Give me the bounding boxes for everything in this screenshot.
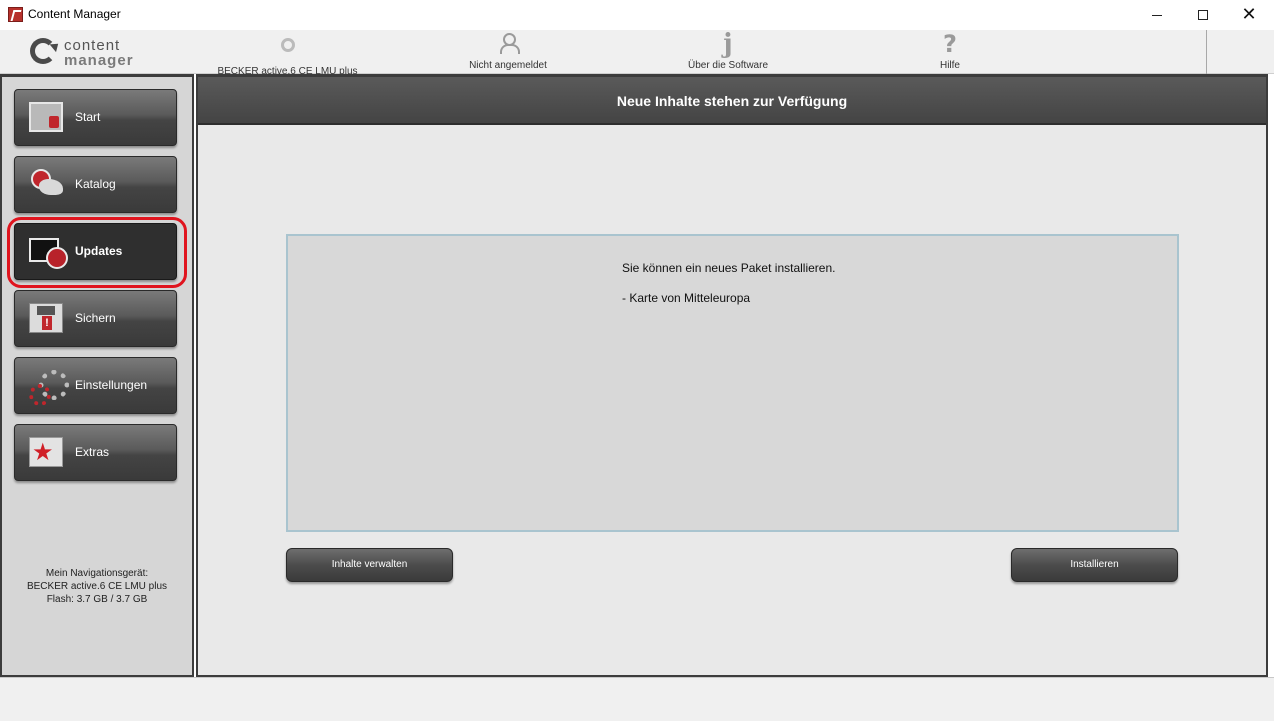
logo-text-manager: manager — [64, 52, 134, 69]
title-bar: Content Manager ✕ — [0, 0, 1274, 30]
sidebar-item-einstellungen[interactable]: Einstellungen — [14, 357, 177, 414]
install-button[interactable]: Installieren — [1011, 548, 1178, 582]
device-info-model: BECKER active.6 CE LMU plus — [26, 581, 168, 592]
info-icon: j — [723, 29, 733, 59]
sidebar: Start Katalog Updates Sichern Einstellun… — [0, 74, 194, 677]
sidebar-item-start[interactable]: Start — [14, 89, 177, 146]
maximize-icon — [1198, 10, 1208, 20]
device-status-icon — [280, 38, 295, 52]
divider — [1206, 30, 1207, 74]
sidebar-item-sichern[interactable]: Sichern — [14, 290, 177, 347]
highlight-annotation — [7, 217, 187, 288]
main-header: Neue Inhalte stehen zur Verfügung — [198, 77, 1266, 125]
window-title: Content Manager — [28, 7, 121, 21]
help-icon: ? — [943, 30, 957, 58]
sidebar-item-extras[interactable]: Extras — [14, 424, 177, 481]
minimize-icon — [1152, 14, 1162, 16]
app-icon — [8, 7, 23, 22]
manage-content-button[interactable]: Inhalte verwalten — [286, 548, 453, 582]
save-disk-icon — [29, 303, 63, 333]
close-button[interactable]: ✕ — [1226, 0, 1272, 30]
sidebar-item-label: Extras — [75, 445, 110, 459]
nav-about[interactable]: j Über die Software — [668, 29, 788, 72]
nav-help-label: Hilfe — [939, 60, 960, 71]
sidebar-item-label: Start — [75, 110, 101, 124]
logo: content manager — [28, 35, 138, 69]
package-list-item: - Karte von Mitteleuropa — [622, 291, 751, 305]
page-title: Neue Inhalte stehen zur Verfügung — [616, 93, 848, 109]
install-message: Sie können ein neues Paket installieren. — [622, 261, 836, 275]
sidebar-item-label: Sichern — [75, 311, 116, 325]
sidebar-item-label: Einstellungen — [75, 378, 148, 392]
catalog-icon — [29, 169, 63, 199]
device-info-flash: Flash: 3.7 GB / 3.7 GB — [46, 594, 148, 605]
main-panel: Neue Inhalte stehen zur Verfügung Sie kö… — [196, 74, 1268, 677]
user-icon — [497, 32, 520, 54]
logo-icon — [30, 38, 56, 64]
nav-help[interactable]: ? Hilfe — [910, 32, 990, 72]
sidebar-item-katalog[interactable]: Katalog — [14, 156, 177, 213]
nav-login[interactable]: Nicht angemeldet — [448, 32, 568, 72]
top-nav: content manager BECKER active.6 CE LMU p… — [0, 29, 1274, 77]
gears-icon — [29, 370, 69, 406]
device-info: Mein Navigationsgerät: BECKER active.6 C… — [2, 567, 192, 606]
minimize-button[interactable] — [1134, 0, 1180, 30]
device-info-heading: Mein Navigationsgerät: — [45, 568, 149, 579]
nav-login-label: Nicht angemeldet — [469, 60, 547, 71]
sidebar-item-label: Katalog — [75, 177, 116, 191]
maximize-button[interactable] — [1180, 0, 1226, 30]
nav-about-label: Über die Software — [687, 60, 769, 71]
close-icon: ✕ — [1241, 4, 1257, 25]
bottom-strip — [0, 677, 1274, 721]
nav-device[interactable]: BECKER active.6 CE LMU plus — [200, 32, 375, 77]
star-icon — [29, 437, 63, 467]
content-box: Sie können ein neues Paket installieren.… — [286, 234, 1179, 532]
start-icon — [29, 102, 63, 132]
